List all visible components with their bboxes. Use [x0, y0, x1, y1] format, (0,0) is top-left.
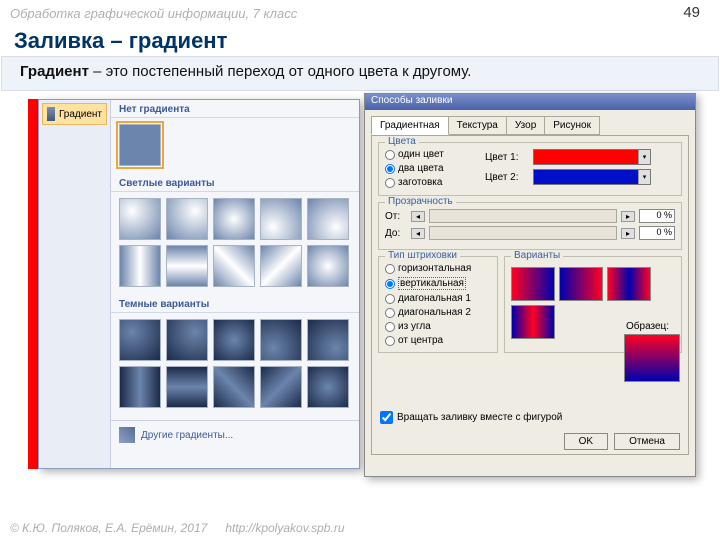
gradient-icon: [47, 107, 55, 121]
title-band: Заливка – градиент: [0, 26, 720, 56]
page-number: 49: [683, 4, 700, 21]
to-label: До:: [385, 228, 407, 239]
dialog-body: Цвета один цвет два цвета заготовка Цвет…: [371, 135, 689, 455]
gallery-section-dark: Темные варианты: [111, 295, 359, 313]
from-label: От:: [385, 211, 407, 222]
swatch-light[interactable]: [213, 245, 255, 287]
color1-label: Цвет 1:: [485, 152, 529, 163]
palette-icon: [119, 427, 135, 443]
variant-cell[interactable]: [559, 267, 603, 301]
radio-diag1[interactable]: диагональная 1: [385, 293, 491, 304]
sample-preview: [624, 334, 680, 382]
tab-pattern[interactable]: Узор: [506, 116, 545, 135]
description-rest: – это постепенный переход от одного цвет…: [89, 63, 472, 80]
group-colors: Цвета один цвет два цвета заготовка Цвет…: [378, 142, 682, 196]
rotate-label: Вращать заливку вместе с фигурой: [397, 412, 562, 423]
gallery-section-none: Нет градиента: [111, 100, 359, 118]
chevron-down-icon: ▾: [638, 170, 650, 184]
subject-text: Обработка графической информации, 7 клас…: [10, 6, 297, 21]
group-colors-title: Цвета: [385, 136, 419, 147]
swatch-dark[interactable]: [213, 366, 255, 408]
footer: © К.Ю. Поляков, Е.А. Ерёмин, 2017 http:/…: [0, 518, 720, 540]
tab-gradient[interactable]: Градиентная: [371, 116, 449, 135]
fill-dialog: Способы заливки Градиентная Текстура Узо…: [364, 93, 696, 477]
tab-picture[interactable]: Рисунок: [544, 116, 600, 135]
swatch-light[interactable]: [307, 245, 349, 287]
gallery-sidebar: Градиент: [39, 100, 111, 468]
swatch-light[interactable]: [260, 245, 302, 287]
swatch-dark[interactable]: [307, 366, 349, 408]
description-bold: Градиент: [20, 63, 89, 80]
swatch-dark[interactable]: [166, 319, 208, 361]
radio-two-colors[interactable]: два цвета: [385, 163, 481, 174]
gallery-category-gradient[interactable]: Градиент: [42, 103, 107, 125]
radio-corner[interactable]: из угла: [385, 321, 491, 332]
slider-right-icon[interactable]: ▸: [621, 211, 635, 222]
cancel-button[interactable]: Отмена: [614, 433, 680, 450]
color2-picker[interactable]: ▾: [533, 169, 651, 185]
variant-cell[interactable]: [511, 267, 555, 301]
work-area: ЛКМ Градиент Нет градиента Светлые вариа…: [0, 91, 720, 481]
gradient-gallery: Градиент Нет градиента Светлые варианты: [38, 99, 360, 469]
radio-center[interactable]: от центра: [385, 335, 491, 346]
color1-picker[interactable]: ▾: [533, 149, 651, 165]
description: Градиент – это постепенный переход от од…: [1, 56, 719, 91]
rotate-checkbox[interactable]: Вращать заливку вместе с фигурой: [380, 411, 562, 424]
rotate-checkbox-input[interactable]: [380, 411, 393, 424]
variant-cell[interactable]: [607, 267, 651, 301]
more-gradients[interactable]: Другие градиенты...: [111, 420, 359, 449]
swatch-light[interactable]: [166, 245, 208, 287]
copyright: © К.Ю. Поляков, Е.А. Ерёмин, 2017: [10, 521, 207, 537]
sample-column: Образец:: [624, 317, 680, 382]
group-variants-title: Варианты: [511, 250, 563, 261]
chevron-down-icon: ▾: [638, 150, 650, 164]
swatch-light[interactable]: [260, 198, 302, 240]
to-slider[interactable]: [429, 226, 617, 240]
sample-label: Образец:: [626, 321, 680, 332]
group-transparency: Прозрачность От: ◂ ▸ 0 % До: ◂ ▸ 0 %: [378, 202, 682, 250]
ok-button[interactable]: OK: [564, 433, 608, 450]
swatch-light[interactable]: [213, 198, 255, 240]
gallery-section-light: Светлые варианты: [111, 174, 359, 192]
dialog-title: Способы заливки: [365, 94, 695, 110]
from-slider[interactable]: [429, 209, 617, 223]
from-pct[interactable]: 0 %: [639, 209, 675, 223]
swatch-light[interactable]: [307, 198, 349, 240]
radio-diag2[interactable]: диагональная 2: [385, 307, 491, 318]
swatch-dark[interactable]: [166, 366, 208, 408]
tab-texture[interactable]: Текстура: [448, 116, 507, 135]
footer-url: http://kpolyakov.spb.ru: [225, 521, 344, 537]
radio-one-color[interactable]: один цвет: [385, 149, 481, 160]
radio-preset[interactable]: заготовка: [385, 177, 481, 188]
swatch-dark[interactable]: [213, 319, 255, 361]
swatch-none[interactable]: [119, 124, 161, 166]
swatch-light[interactable]: [119, 245, 161, 287]
more-gradients-label: Другие градиенты...: [141, 430, 233, 441]
swatch-dark[interactable]: [260, 319, 302, 361]
swatch-dark[interactable]: [260, 366, 302, 408]
slide-header: Обработка графической информации, 7 клас…: [0, 0, 720, 26]
swatch-dark[interactable]: [119, 319, 161, 361]
tab-strip: Градиентная Текстура Узор Рисунок: [371, 116, 689, 135]
group-transparency-title: Прозрачность: [385, 196, 456, 207]
to-pct[interactable]: 0 %: [639, 226, 675, 240]
variant-cell[interactable]: [511, 305, 555, 339]
swatch-light[interactable]: [166, 198, 208, 240]
radio-vertical[interactable]: вертикальная: [385, 277, 491, 290]
swatch-dark[interactable]: [119, 366, 161, 408]
page-title: Заливка – градиент: [14, 28, 706, 54]
group-hatch-title: Тип штриховки: [385, 250, 460, 261]
swatch-dark[interactable]: [307, 319, 349, 361]
slider-left-icon[interactable]: ◂: [411, 211, 425, 222]
slider-left-icon[interactable]: ◂: [411, 228, 425, 239]
color2-label: Цвет 2:: [485, 172, 529, 183]
group-hatch: Тип штриховки горизонтальная вертикальна…: [378, 256, 498, 353]
slider-right-icon[interactable]: ▸: [621, 228, 635, 239]
swatch-light[interactable]: [119, 198, 161, 240]
radio-horizontal[interactable]: горизонтальная: [385, 263, 491, 274]
gallery-category-label: Градиент: [59, 109, 102, 120]
gallery-main: Нет градиента Светлые варианты Темные ва…: [111, 100, 359, 468]
